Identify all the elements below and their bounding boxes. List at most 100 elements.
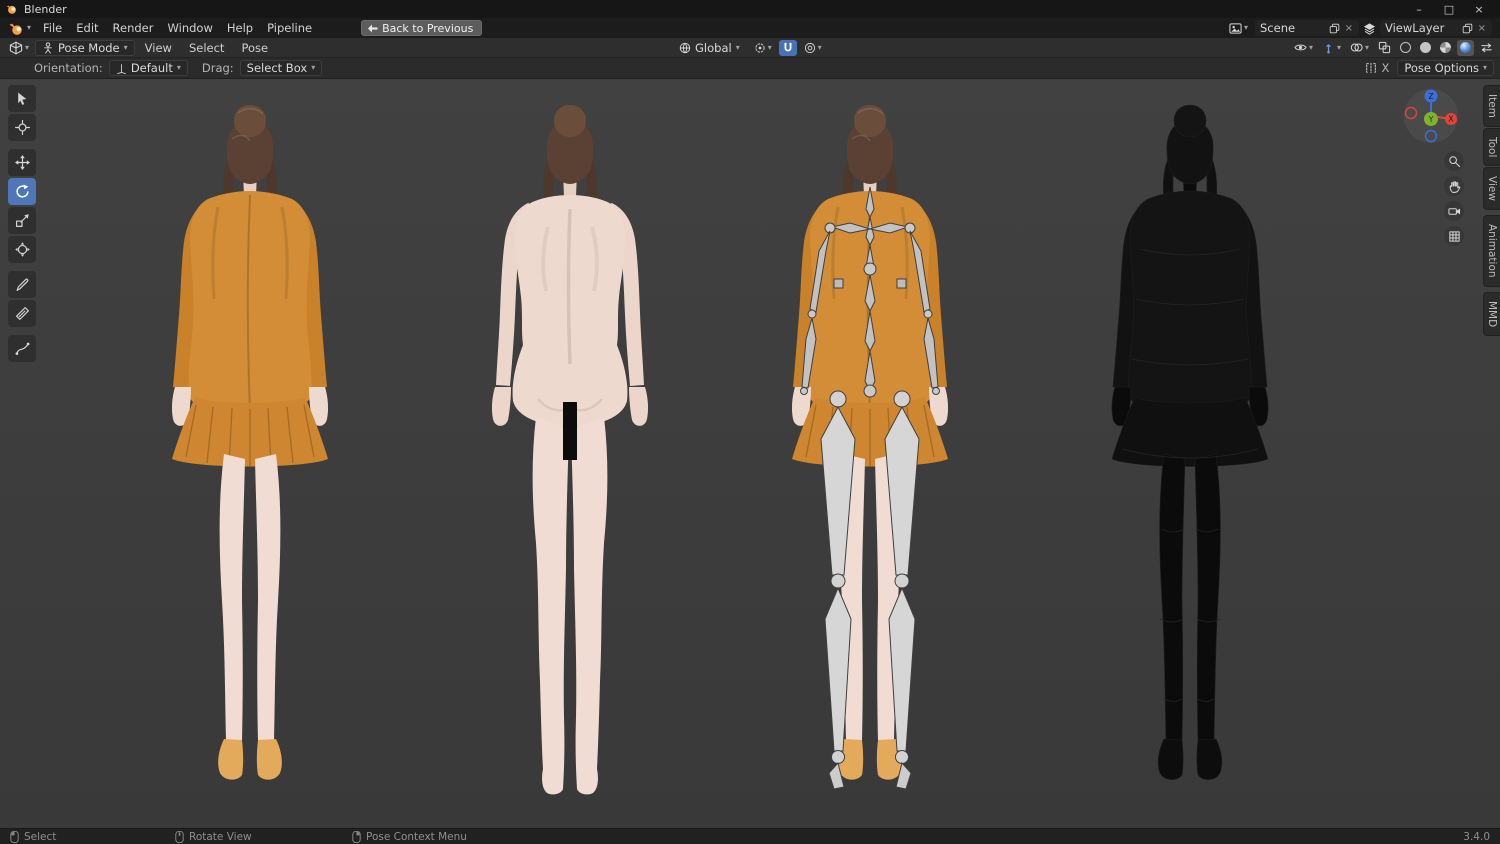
pivot-point-button[interactable]: ▾ — [751, 40, 775, 56]
unlink-scene-icon[interactable]: × — [1344, 23, 1354, 34]
shading-solid-button[interactable] — [1417, 40, 1434, 56]
tab-item[interactable]: Item — [1483, 85, 1500, 127]
pose-options-dropdown[interactable]: Pose Options ▾ — [1397, 60, 1494, 76]
proportional-editing-icon — [804, 42, 815, 53]
tab-mmd[interactable]: MMD — [1483, 291, 1500, 336]
menu-select[interactable]: Select — [182, 39, 231, 57]
pan-button[interactable] — [1444, 176, 1464, 196]
overlays-icon — [1350, 43, 1363, 52]
scale-icon — [15, 214, 29, 227]
shading-material-button[interactable] — [1437, 40, 1454, 56]
shading-dropdown-button[interactable] — [1477, 40, 1496, 56]
remove-view-layer-icon[interactable]: × — [1477, 23, 1487, 34]
hand-icon — [1449, 180, 1460, 193]
menu-render[interactable]: Render — [106, 19, 161, 37]
view-layer-field[interactable]: ViewLayer × — [1380, 20, 1492, 36]
tab-tool[interactable]: Tool — [1483, 127, 1500, 167]
model-armature-back[interactable] — [792, 105, 948, 790]
back-to-previous-label: Back to Previous — [382, 21, 474, 35]
orientation-label: Orientation: — [34, 61, 103, 75]
menu-edit[interactable]: Edit — [69, 19, 105, 37]
menu-help[interactable]: Help — [220, 19, 260, 37]
transform-tool[interactable] — [8, 236, 36, 263]
proportional-editing-button[interactable]: ▾ — [801, 40, 825, 56]
maximize-button[interactable]: □ — [1434, 0, 1464, 18]
mirror-axis-label[interactable]: X — [1381, 61, 1389, 75]
shading-rendered-button[interactable] — [1457, 39, 1474, 56]
gizmos-toggle-button[interactable]: ▾ — [1319, 40, 1344, 56]
right-mouse-icon — [352, 831, 361, 843]
scene-icon — [1229, 22, 1242, 34]
magnifier-icon — [1448, 155, 1460, 167]
left-mouse-icon — [10, 831, 19, 843]
drag-dropdown[interactable]: Select Box ▾ — [239, 60, 323, 76]
move-tool[interactable] — [8, 149, 36, 176]
blender-app-icon — [6, 5, 16, 14]
shading-wireframe-button[interactable] — [1397, 40, 1414, 56]
drag-label: Drag: — [201, 61, 234, 75]
measure-tool[interactable] — [8, 300, 36, 327]
gizmo-icon — [1325, 44, 1331, 54]
orientation-value: Default — [130, 61, 173, 75]
toggle-perspective-button[interactable] — [1444, 226, 1464, 246]
rotate-tool[interactable] — [8, 178, 36, 205]
menu-window[interactable]: Window — [161, 19, 220, 37]
back-to-previous-button[interactable]: Back to Previous — [361, 20, 483, 36]
3d-viewport[interactable]: Z X Y Item Tool View Animation MMD — [0, 79, 1500, 828]
chevron-down-icon: ▾ — [1308, 42, 1313, 52]
armature-bones[interactable] — [800, 186, 940, 790]
xray-toggle-button[interactable] — [1375, 40, 1394, 56]
browse-scene-button[interactable]: ▾ — [1226, 20, 1251, 36]
menu-view[interactable]: View — [138, 39, 179, 57]
chevron-down-icon: ▾ — [176, 63, 181, 72]
zoom-button[interactable] — [1444, 151, 1464, 171]
minimize-button[interactable]: – — [1404, 0, 1434, 18]
censor-bar — [563, 402, 577, 460]
tab-animation[interactable]: Animation — [1483, 215, 1500, 287]
overlays-toggle-button[interactable]: ▾ — [1347, 40, 1372, 56]
menu-file[interactable]: File — [36, 19, 69, 37]
close-button[interactable]: × — [1464, 0, 1494, 18]
transform-orientation-label: Global — [695, 40, 732, 55]
scale-tool[interactable] — [8, 207, 36, 234]
chevron-down-icon: ▾ — [1243, 23, 1248, 32]
cursor-tool[interactable] — [8, 114, 36, 141]
tab-view[interactable]: View — [1483, 167, 1500, 211]
transform-icon — [14, 242, 30, 257]
pose-breakdowner-tool[interactable] — [8, 335, 36, 362]
snap-toggle-button[interactable] — [778, 39, 797, 56]
chevron-down-icon: ▾ — [1336, 42, 1341, 52]
mirror-icon — [1366, 62, 1377, 74]
model-wireframe-back[interactable] — [1111, 104, 1269, 781]
camera-view-button[interactable] — [1444, 201, 1464, 221]
status-context-menu-label: Pose Context Menu — [366, 831, 467, 843]
object-visibility-button[interactable]: ▾ — [1291, 40, 1316, 56]
move-icon — [14, 155, 30, 170]
new-view-layer-icon[interactable] — [1462, 23, 1473, 34]
select-cursor-icon — [17, 92, 26, 105]
model-clothed-back[interactable] — [172, 105, 328, 780]
axis-navigation-gizmo[interactable]: Z X Y — [1402, 87, 1460, 145]
transform-orientation-dropdown[interactable]: Global ▾ — [672, 40, 747, 56]
mode-label: Pose Mode — [58, 40, 120, 55]
viewport-models — [0, 79, 1269, 795]
tweak-select-tool[interactable] — [8, 85, 36, 112]
model-body-back[interactable] — [491, 105, 649, 795]
annotate-tool[interactable] — [8, 271, 36, 298]
breakdowner-curve-icon — [15, 342, 29, 356]
menu-pipeline[interactable]: Pipeline — [260, 19, 319, 37]
chevron-down-icon: ▾ — [1482, 63, 1487, 72]
title-bar: Blender – □ × — [0, 0, 1500, 18]
annotate-pen-icon — [16, 278, 28, 291]
camera-icon — [1447, 207, 1460, 215]
menu-pose[interactable]: Pose — [234, 39, 275, 57]
editor-type-button[interactable]: ▾ — [6, 40, 32, 56]
scene-name-field[interactable]: Scene × — [1255, 20, 1359, 36]
chevron-down-icon: ▾ — [735, 42, 740, 52]
material-preview-icon — [1440, 42, 1451, 53]
new-scene-icon[interactable] — [1329, 23, 1340, 34]
blender-menu-button[interactable]: ▾ — [4, 21, 36, 36]
blender-version: 3.4.0 — [1463, 831, 1490, 843]
mode-dropdown[interactable]: Pose Mode ▾ — [35, 39, 135, 56]
orientation-dropdown[interactable]: Default ▾ — [108, 60, 188, 76]
